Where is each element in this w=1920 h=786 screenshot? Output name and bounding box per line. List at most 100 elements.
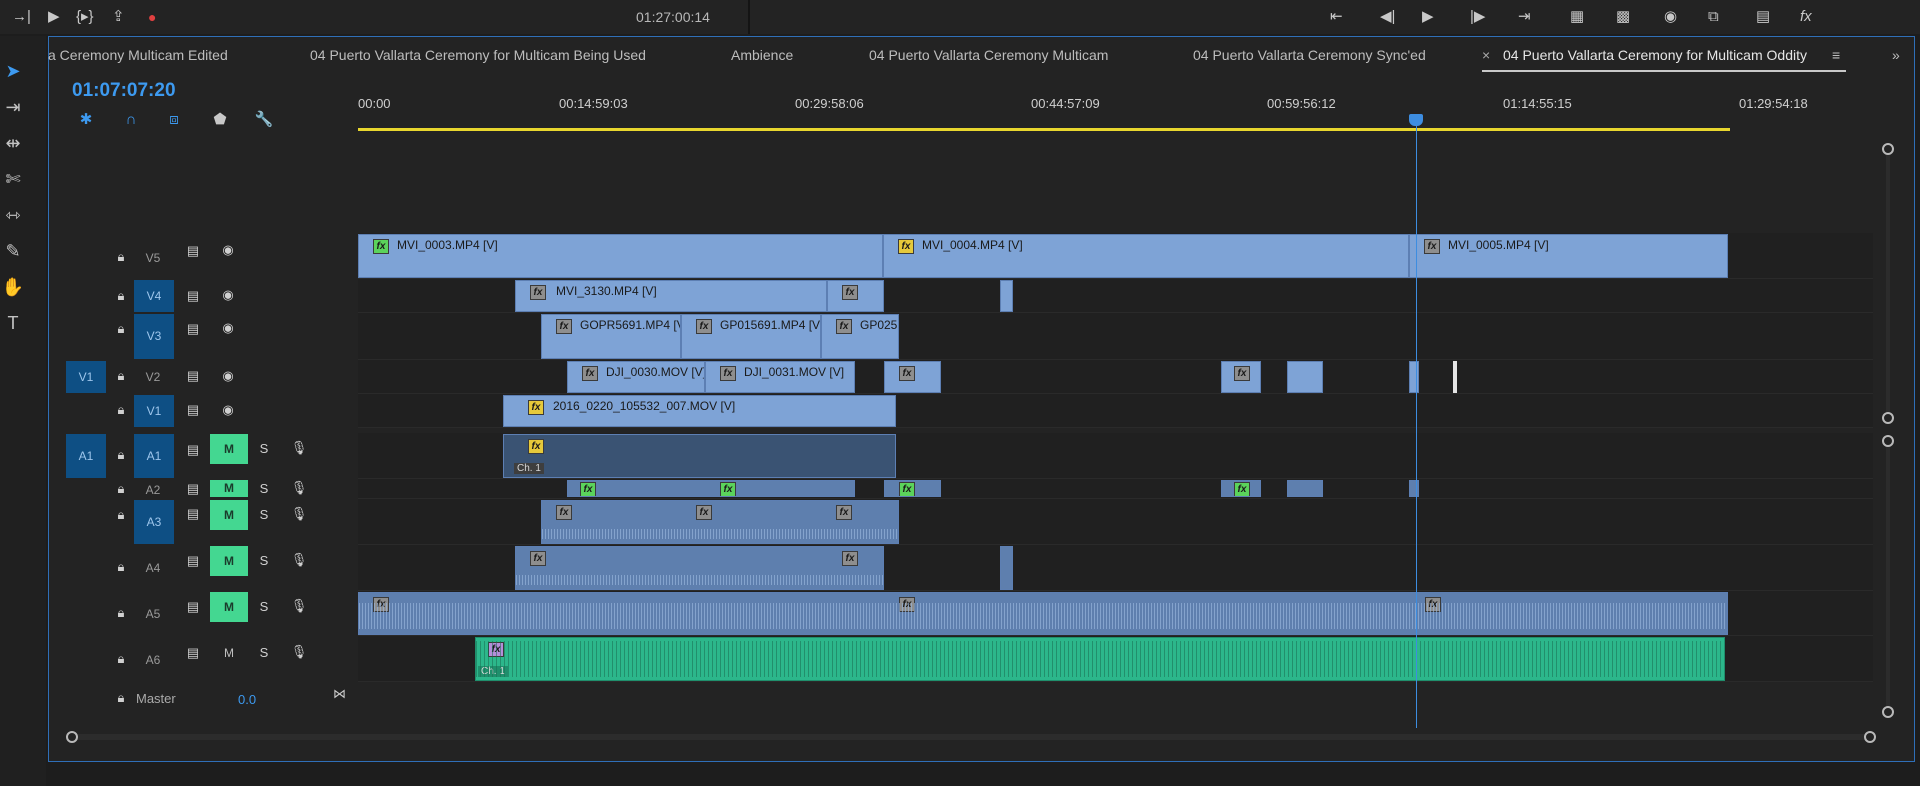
track-select-tool-icon[interactable]: ⇥: [0, 94, 26, 120]
track-a1-target[interactable]: A1: [134, 434, 174, 478]
eye-icon[interactable]: ◉: [219, 402, 237, 418]
insert-icon[interactable]: →|: [12, 0, 31, 34]
sync-lock-icon[interactable]: ▤: [184, 599, 202, 615]
mute-button[interactable]: M: [210, 592, 248, 622]
panel-menu-icon[interactable]: ≡: [1832, 38, 1840, 72]
mute-button[interactable]: M: [210, 480, 248, 497]
video-scroll-handle-bottom[interactable]: [1882, 412, 1894, 424]
clip-gopr5691[interactable]: fx GOPR5691.MP4 [V]: [541, 314, 681, 359]
clip-segment[interactable]: fx: [827, 280, 884, 312]
tab-ambience[interactable]: Ambience: [731, 38, 793, 72]
track-a6-name[interactable]: A6: [138, 653, 168, 667]
hand-tool-icon[interactable]: ✋: [0, 274, 26, 300]
selection-tool-icon[interactable]: ➤: [0, 58, 26, 84]
snap-icon[interactable]: ∩: [120, 109, 142, 131]
eye-icon[interactable]: ◉: [219, 320, 237, 336]
lift-icon[interactable]: ▦: [1570, 0, 1584, 34]
tab-multicam-oddity[interactable]: 04 Puerto Vallarta Ceremony for Multicam…: [1503, 38, 1807, 72]
audio-clip-ambience[interactable]: fx Ch. 1: [475, 637, 1725, 681]
audio-clip-a2[interactable]: fx: [1221, 480, 1261, 497]
lock-icon[interactable]: 🔒︎: [112, 402, 130, 418]
audio-clip-a2[interactable]: fx: [884, 480, 941, 497]
solo-button[interactable]: S: [255, 441, 273, 456]
lock-icon[interactable]: 🔒︎: [112, 690, 130, 706]
tab-ceremony-synced[interactable]: 04 Puerto Vallarta Ceremony Sync'ed: [1193, 38, 1426, 72]
lock-icon[interactable]: 🔒︎: [112, 605, 130, 621]
track-a5-name[interactable]: A5: [138, 607, 168, 621]
nest-icon[interactable]: ✱: [75, 109, 97, 131]
master-volume-value[interactable]: 0.0: [238, 692, 256, 707]
sync-lock-icon[interactable]: ▤: [184, 506, 202, 522]
clip-2016-0220[interactable]: fx 2016_0220_105532_007.MOV [V]: [503, 395, 896, 427]
lock-icon[interactable]: 🔒︎: [112, 507, 130, 523]
scroll-handle-right[interactable]: [1864, 731, 1876, 743]
eye-icon[interactable]: ◉: [219, 368, 237, 384]
sync-lock-icon[interactable]: ▤: [184, 402, 202, 418]
microphone-icon[interactable]: 🎙︎: [290, 506, 308, 522]
tab-multicam-being-used[interactable]: 04 Puerto Vallarta Ceremony for Multicam…: [310, 38, 646, 72]
playhead-line[interactable]: [1416, 118, 1417, 728]
sync-lock-icon[interactable]: ▤: [184, 288, 202, 304]
record-icon[interactable]: ●: [148, 0, 156, 34]
ripple-edit-tool-icon[interactable]: ⇹: [0, 130, 26, 156]
audio-clip-a5[interactable]: fx fx fx: [358, 592, 1728, 635]
horizontal-scrollbar[interactable]: [70, 734, 1870, 740]
video-vertical-scrollbar[interactable]: [1886, 148, 1890, 418]
sync-lock-icon[interactable]: ▤: [184, 243, 202, 259]
video-source-patch[interactable]: V1: [66, 361, 106, 393]
audio-clip-a2[interactable]: [1409, 480, 1419, 497]
solo-button[interactable]: S: [255, 599, 273, 614]
eye-icon[interactable]: ◉: [219, 287, 237, 303]
tab-ceremony-multicam[interactable]: 04 Puerto Vallarta Ceremony Multicam: [869, 38, 1108, 72]
clip-dji-0030[interactable]: fx DJI_0030.MOV [V]: [567, 361, 705, 393]
sync-lock-icon[interactable]: ▤: [184, 368, 202, 384]
trim-icon[interactable]: ▤: [1756, 0, 1770, 34]
scroll-handle-left[interactable]: [66, 731, 78, 743]
solo-button[interactable]: S: [255, 481, 273, 496]
solo-button[interactable]: S: [255, 645, 273, 660]
in-out-icon[interactable]: {▸}: [76, 0, 94, 34]
microphone-icon[interactable]: 🎙︎: [290, 644, 308, 660]
clip-dji-0031[interactable]: fx DJI_0031.MOV [V]: [705, 361, 855, 393]
sync-lock-icon[interactable]: ▤: [184, 321, 202, 337]
type-tool-icon[interactable]: T: [0, 310, 26, 336]
settings-wrench-icon[interactable]: 🔧: [253, 109, 275, 131]
clip-gp025[interactable]: fx GP025: [821, 314, 899, 359]
sync-lock-icon[interactable]: ▤: [184, 553, 202, 569]
audio-clip-a2[interactable]: fx fx: [567, 480, 855, 497]
tab-ceremony-multicam-edited[interactable]: a Ceremony Multicam Edited: [48, 38, 228, 72]
sync-lock-icon[interactable]: ▤: [184, 481, 202, 497]
fx-icon[interactable]: fx: [1800, 0, 1812, 34]
audio-source-patch[interactable]: A1: [66, 434, 106, 478]
play-icon[interactable]: ▶: [48, 0, 60, 34]
lock-icon[interactable]: 🔒︎: [112, 249, 130, 265]
eye-icon[interactable]: ◉: [219, 242, 237, 258]
microphone-icon[interactable]: 🎙︎: [290, 440, 308, 456]
track-v1-target[interactable]: V1: [134, 395, 174, 427]
frame-back-icon[interactable]: ◀|: [1380, 0, 1395, 34]
close-icon[interactable]: ×: [1482, 38, 1490, 72]
lock-icon[interactable]: 🔒︎: [112, 651, 130, 667]
track-a3-target[interactable]: A3: [134, 500, 174, 544]
clip-gp015691[interactable]: fx GP015691.MP4 [V]: [681, 314, 821, 359]
extract-icon[interactable]: ▩: [1616, 0, 1630, 34]
audio-clip-a2[interactable]: [1287, 480, 1323, 497]
clip-segment[interactable]: fx: [884, 361, 941, 393]
mute-button[interactable]: M: [210, 500, 248, 530]
razor-tool-icon[interactable]: ✄: [0, 166, 26, 192]
lock-icon[interactable]: 🔒︎: [112, 321, 130, 337]
master-meter-toggle-icon[interactable]: ⋈: [333, 686, 346, 702]
audio-scroll-handle-bottom[interactable]: [1882, 706, 1894, 718]
audio-clip-a1[interactable]: fx Ch. 1: [503, 434, 896, 478]
mute-button[interactable]: M: [210, 434, 248, 464]
clip-segment[interactable]: [1409, 361, 1419, 393]
clip-mvi-0005[interactable]: fx MVI_0005.MP4 [V]: [1409, 234, 1728, 278]
track-a4-name[interactable]: A4: [138, 561, 168, 575]
mute-button[interactable]: M: [210, 546, 248, 576]
playhead-handle[interactable]: [1409, 114, 1423, 126]
video-scroll-handle-top[interactable]: [1882, 143, 1894, 155]
clip-segment[interactable]: [1287, 361, 1323, 393]
clip-mvi-0003[interactable]: fx MVI_0003.MP4 [V]: [358, 234, 883, 278]
microphone-icon[interactable]: 🎙︎: [290, 598, 308, 614]
tabs-overflow-icon[interactable]: »: [1892, 38, 1900, 72]
